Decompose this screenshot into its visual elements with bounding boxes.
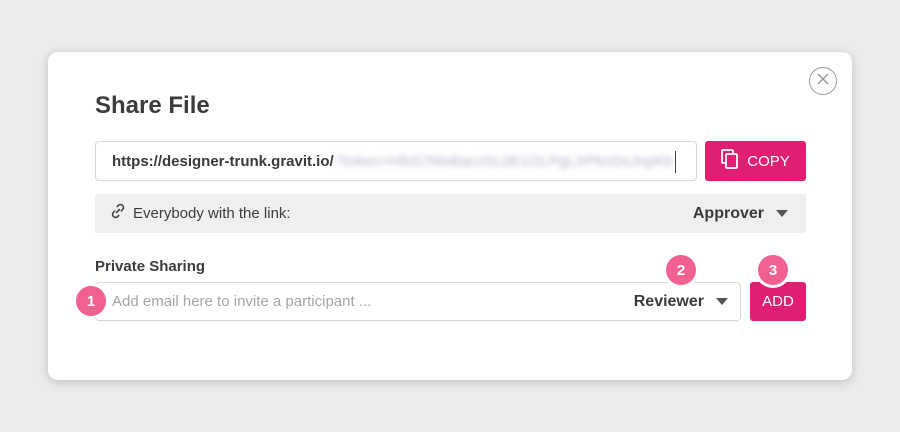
- invite-role-value: Reviewer: [633, 292, 704, 310]
- chevron-down-icon: [776, 210, 788, 217]
- step-badge-3: 3: [758, 255, 788, 285]
- chevron-down-icon: [716, 298, 728, 305]
- text-cursor: [675, 151, 676, 173]
- share-link-token: ?token=HfsS7MxBacvSL0E1GLPgLXPbnDsJnpKb: [335, 152, 673, 170]
- invite-email-field: Reviewer: [95, 282, 741, 321]
- share-link-field[interactable]: https://designer-trunk.gravit.io/ ?token…: [95, 141, 697, 181]
- link-icon: [109, 202, 127, 225]
- copy-button-label: COPY: [747, 152, 790, 170]
- close-icon: [816, 72, 830, 91]
- link-access-row: Everybody with the link: Approver: [95, 194, 806, 233]
- dialog-title: Share File: [95, 92, 210, 119]
- copy-button[interactable]: COPY: [705, 141, 806, 181]
- link-access-label: Everybody with the link:: [133, 205, 291, 222]
- copy-icon: [721, 149, 739, 173]
- link-role-value: Approver: [692, 204, 764, 222]
- private-sharing-label: Private Sharing: [95, 258, 206, 275]
- invite-role-dropdown[interactable]: Reviewer: [634, 283, 728, 320]
- share-link-url: https://designer-trunk.gravit.io/: [112, 152, 334, 170]
- invite-email-input[interactable]: [112, 283, 612, 320]
- link-role-dropdown[interactable]: Approver: [693, 194, 788, 233]
- add-button[interactable]: ADD: [750, 282, 806, 321]
- step-badge-1: 1: [76, 286, 106, 316]
- share-file-dialog: Share File https://designer-trunk.gravit…: [48, 52, 852, 380]
- close-button[interactable]: [809, 67, 837, 95]
- step-badge-2: 2: [666, 255, 696, 285]
